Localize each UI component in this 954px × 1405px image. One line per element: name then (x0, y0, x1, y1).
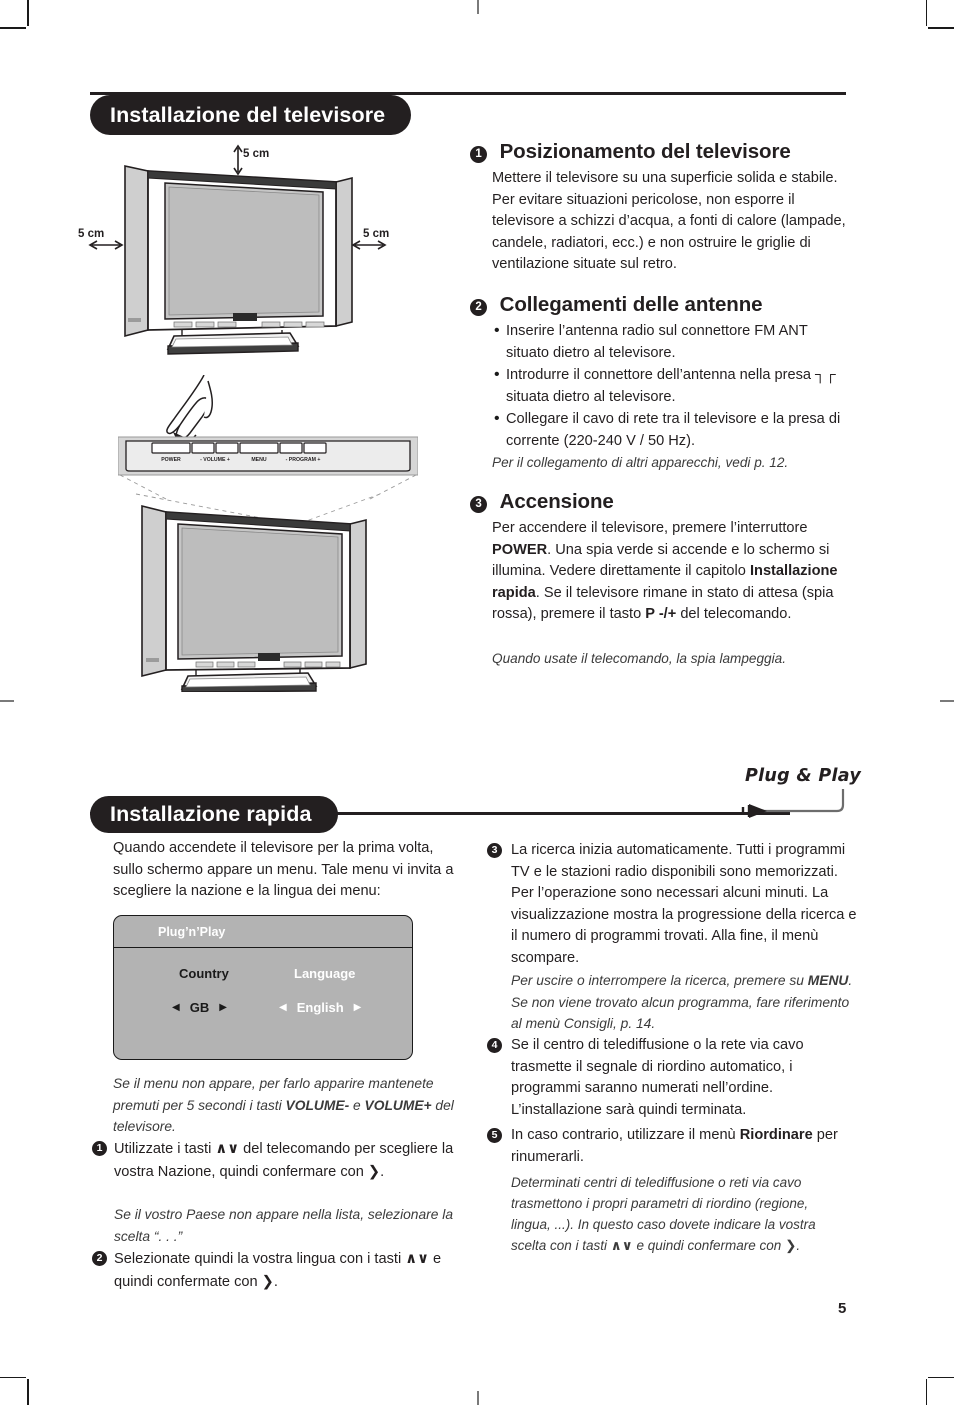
step-number-badge: 3 (487, 843, 502, 858)
section2-banner: Installazione rapida (90, 796, 338, 833)
bullet-dot: • (494, 366, 500, 383)
step-2-number: 2 (92, 1248, 114, 1293)
crop-mark-bottom-right-h (928, 1376, 954, 1378)
step-3-number: 3 (487, 840, 511, 970)
plug-and-play-label: Plug & Play (745, 766, 862, 786)
crop-mark-top-right-h (928, 27, 954, 29)
step-number-badge: 1 (92, 1141, 107, 1156)
step-number-badge: 1 (470, 146, 487, 163)
heading-posizionamento-label: Posizionamento del televisore (499, 140, 791, 163)
body-accensione: Per accendere il televisore, premere l’i… (492, 518, 854, 626)
note-reorder-params-rich: Determinati centri di telediffusione o r… (511, 1175, 816, 1254)
heading-posizionamento: 1 Posizionamento del televisore (470, 140, 860, 164)
dimension-right-label: 5 cm (363, 228, 390, 240)
section1-banner: Installazione del televisore (90, 95, 412, 135)
note-country-not-listed: Se il vostro Paese non appare nella list… (114, 1207, 453, 1244)
osd-language-value: English (296, 1000, 344, 1015)
bullet-antenna-radio: • Inserire l’antenna radio sul connettor… (494, 321, 852, 364)
osd-country-label: Country (179, 966, 229, 981)
bullet-antenna-connector: • Introdurre il connettore dell’antenna … (494, 365, 852, 408)
step-5-text: In caso contrario, utilizzare il menù Ri… (511, 1125, 857, 1168)
fold-mark-bottom (477, 1391, 479, 1405)
osd-language-label: Language (294, 966, 356, 981)
step-4-auto-sort: 4 Se il centro di telediffusione o la re… (487, 1035, 857, 1121)
crop-mark-bottom-left-h (0, 1376, 26, 1378)
note-accensione: Quando usate il telecomando, la spia lam… (492, 651, 786, 666)
dimension-top-label: 5 cm (243, 148, 270, 160)
control-label-program: - PROGRAM + (286, 457, 321, 463)
step-number-badge: 3 (470, 496, 487, 513)
step-4-number: 4 (487, 1035, 511, 1121)
step-2-rich: Selezionate quindi la vostra lingua con … (114, 1250, 442, 1290)
crop-mark-bottom-left-v (27, 1379, 29, 1405)
step-1-rich: Utilizzate i tasti ∧∨ del telecomando pe… (114, 1140, 454, 1180)
step-1-choose-nation: 1 Utilizzate i tasti ∧∨ del telecomando … (92, 1138, 462, 1183)
osd-plug-n-play-menu: Plug’n’Play Country Language ◀ GB ▶ ◀ En… (113, 915, 413, 1060)
heading-collegamenti-label: Collegamenti delle antenne (499, 293, 763, 316)
heading-collegamenti: 2 Collegamenti delle antenne (470, 293, 860, 317)
section2-banner-label: Installazione rapida (110, 802, 312, 826)
step-5-number: 5 (487, 1125, 511, 1168)
tv-clearance-illustration (70, 140, 470, 355)
step-number-badge: 2 (470, 299, 487, 316)
step-3-auto-search: 3 La ricerca inizia automaticamente. Tut… (487, 840, 857, 970)
bullet-dot: • (494, 322, 500, 339)
note-exit-search: Per uscire o interrompere la ricerca, pr… (511, 970, 857, 1035)
note-reorder-params: Determinati centri di telediffusione o r… (511, 1172, 851, 1257)
note-exit-search-rich: Per uscire o interrompere la ricerca, pr… (511, 973, 853, 1032)
heading-accensione: 3 Accensione (470, 490, 860, 514)
bullet-power-cable: • Collegare il cavo di rete tra il telev… (494, 409, 852, 452)
note-menu-not-appearing: Se il menu non appare, per farlo apparir… (113, 1073, 461, 1138)
section1-banner-label: Installazione del televisore (110, 102, 386, 127)
dimension-left-label: 5 cm (78, 228, 105, 240)
control-label-menu: MENU (251, 457, 267, 463)
step-4-text: Se il centro di telediffusione o la rete… (511, 1037, 804, 1118)
step-number-badge: 5 (487, 1128, 502, 1143)
page-number: 5 (838, 1300, 847, 1317)
body-accensione-rich: Per accendere il televisore, premere l’i… (492, 520, 838, 623)
step-number-badge: 2 (92, 1251, 107, 1266)
control-label-power: POWER (161, 457, 181, 463)
note-collegamenti: Per il collegamento di altri apparecchi,… (492, 455, 789, 470)
control-label-volume: - VOLUME + (200, 457, 230, 463)
osd-language-next-arrow[interactable]: ▶ (354, 1002, 362, 1013)
fold-mark-left (0, 700, 14, 702)
bullet-antenna-connector-text: Introdurre il connettore dell’antenna ne… (506, 367, 836, 405)
crop-mark-bottom-right-v (925, 1379, 927, 1405)
tv-front-illustration (118, 492, 438, 693)
fold-mark-right (940, 700, 954, 702)
osd-body: Country Language ◀ GB ▶ ◀ English ▶ (114, 948, 412, 1057)
crop-mark-top-left-h (0, 27, 26, 29)
control-panel-illustration: POWER - VOLUME + MENU - PROGRAM + (117, 374, 419, 500)
crop-mark-top-left-v (27, 0, 29, 26)
step-1-text: Utilizzate i tasti ∧∨ del telecomando pe… (114, 1138, 462, 1183)
heading-accensione-label: Accensione (499, 490, 614, 513)
step-2-text: Selezionate quindi la vostra lingua con … (114, 1248, 462, 1293)
osd-country-next-arrow[interactable]: ▶ (219, 1002, 227, 1013)
bullet-power-cable-text: Collegare il cavo di rete tra il televis… (506, 411, 841, 449)
osd-title: Plug’n’Play (114, 916, 412, 948)
step-5-rich: In caso contrario, utilizzare il menù Ri… (511, 1127, 838, 1165)
osd-country-prev-arrow[interactable]: ◀ (172, 1002, 180, 1013)
osd-language-value-row[interactable]: ◀ English ▶ (279, 1000, 361, 1015)
osd-country-value-row[interactable]: ◀ GB ▶ (172, 1000, 227, 1015)
step-1-number: 1 (92, 1138, 114, 1183)
osd-country-value: GB (189, 1000, 210, 1015)
bullet-antenna-radio-text: Inserire l’antenna radio sul connettore … (506, 323, 808, 361)
step-2-choose-language: 2 Selezionate quindi la vostra lingua co… (92, 1248, 462, 1293)
bullet-dot: • (494, 410, 500, 427)
plug-and-play-logo (733, 783, 853, 823)
osd-language-prev-arrow[interactable]: ◀ (279, 1002, 287, 1013)
note-menu-not-appearing-rich: Se il menu non appare, per farlo apparir… (113, 1076, 454, 1135)
crop-mark-top-right-v (925, 0, 927, 26)
step-3-text: La ricerca inizia automaticamente. Tutti… (511, 842, 857, 966)
intro-quick-install: Quando accendete il televisore per la pr… (113, 840, 454, 900)
step-number-badge: 4 (487, 1038, 502, 1053)
body-posizionamento: Mettere il televisore su una superficie … (492, 170, 846, 273)
step-5-reorder-menu: 5 In caso contrario, utilizzare il menù … (487, 1125, 857, 1168)
fold-mark-top (477, 0, 479, 14)
